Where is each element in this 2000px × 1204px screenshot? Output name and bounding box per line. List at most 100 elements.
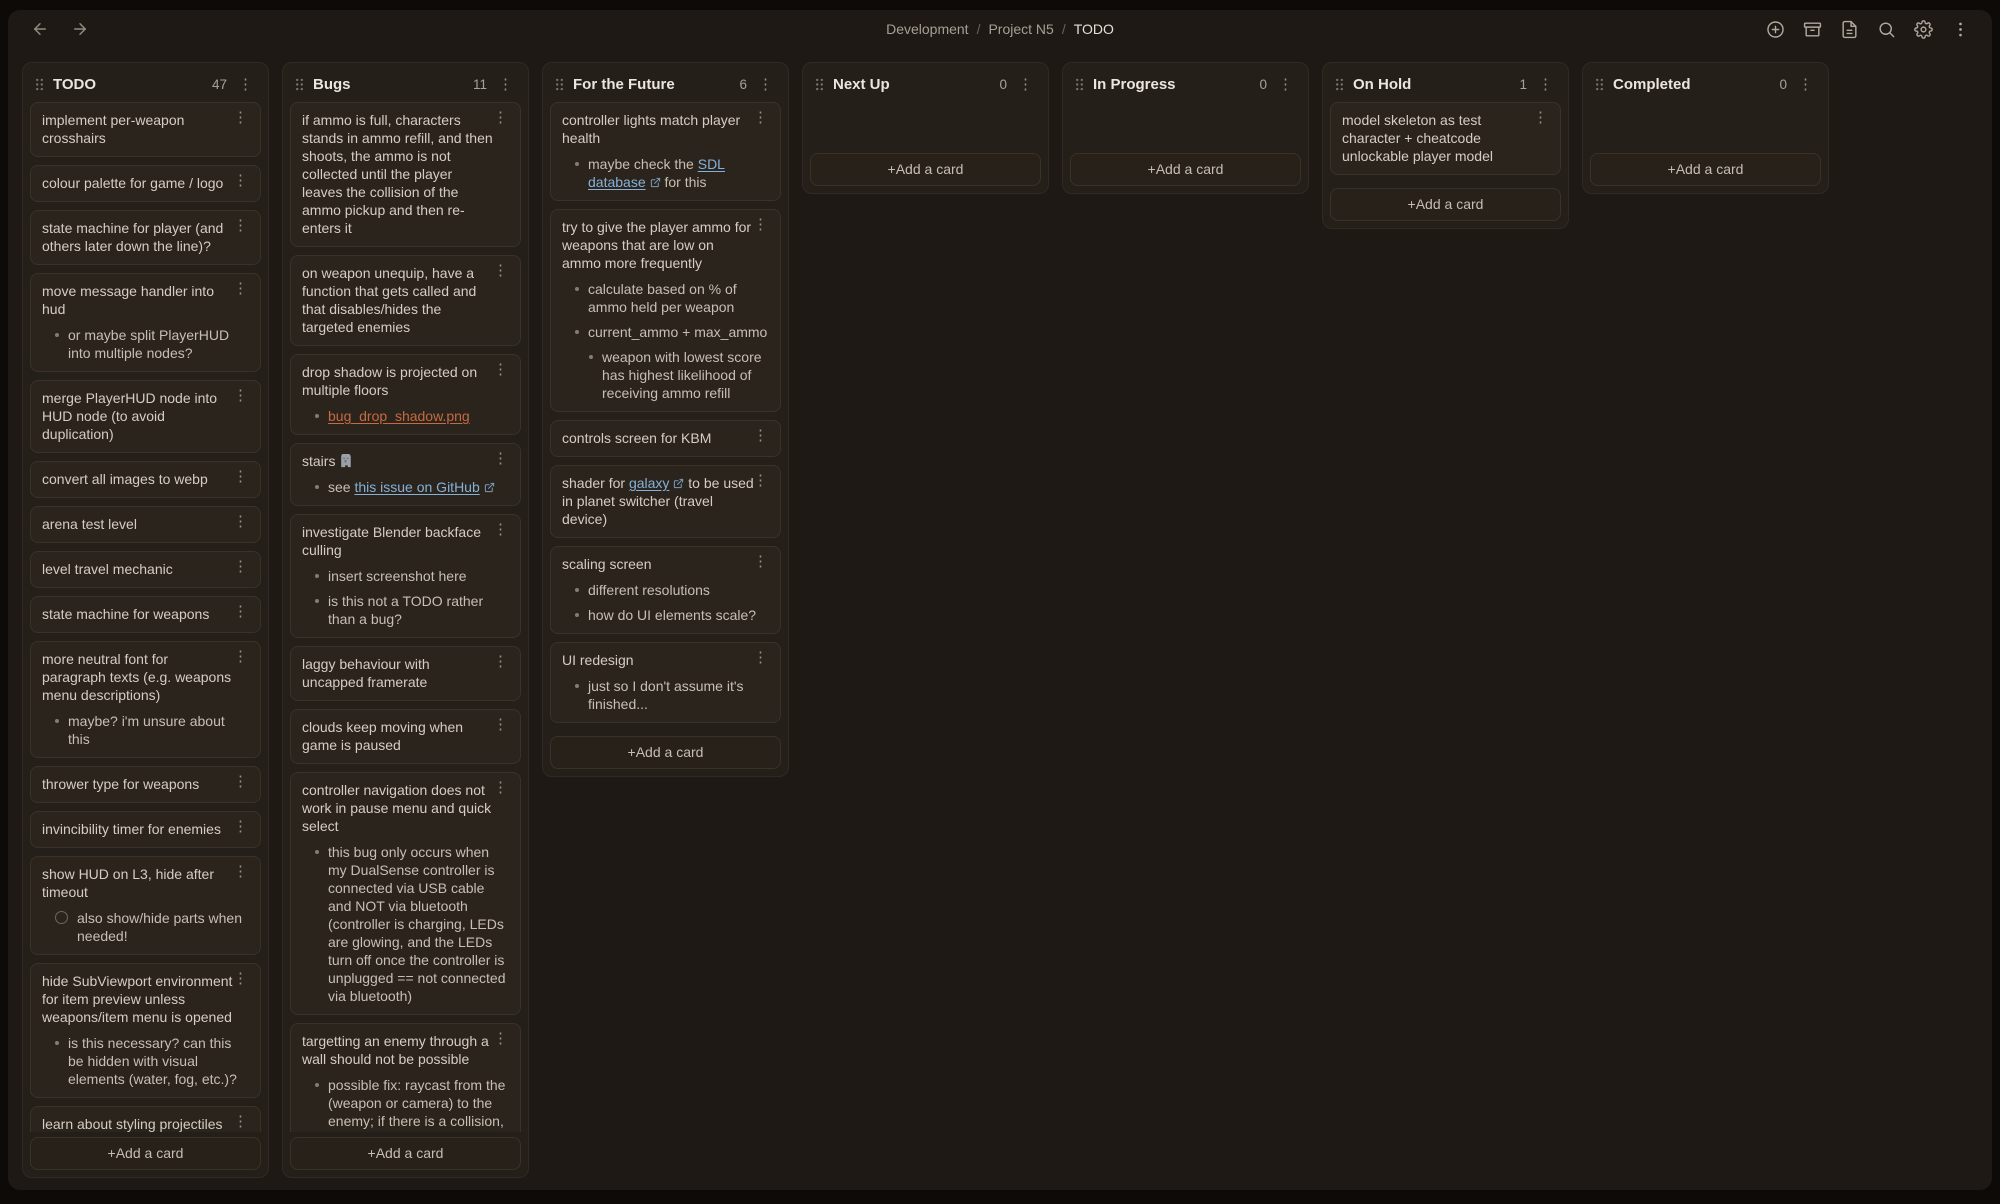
card[interactable]: ⋮UI redesignjust so I don't assume it's … <box>550 642 781 723</box>
card-menu-icon[interactable]: ⋮ <box>750 428 771 443</box>
drag-handle-icon[interactable] <box>34 77 45 92</box>
card-menu-icon[interactable]: ⋮ <box>490 263 511 278</box>
card[interactable]: ⋮targetting an enemy through a wall shou… <box>290 1023 521 1132</box>
card-menu-icon[interactable]: ⋮ <box>750 554 771 569</box>
card[interactable]: ⋮colour palette for game / logo <box>30 165 261 202</box>
drag-handle-icon[interactable] <box>1594 77 1605 92</box>
column-menu-icon[interactable]: ⋮ <box>235 77 256 92</box>
card-menu-icon[interactable]: ⋮ <box>750 110 771 125</box>
card[interactable]: ⋮more neutral font for paragraph texts (… <box>30 641 261 758</box>
checkbox-circle[interactable] <box>55 911 68 924</box>
card-menu-icon[interactable]: ⋮ <box>1530 110 1551 125</box>
settings-icon[interactable] <box>1913 19 1933 39</box>
card-menu-icon[interactable]: ⋮ <box>230 864 251 879</box>
column-menu-icon[interactable]: ⋮ <box>495 77 516 92</box>
column-for-the-future: For the Future6⋮⋮controller lights match… <box>542 62 789 777</box>
bullet-list: possible fix: raycast from the (weapon o… <box>302 1076 509 1132</box>
column-menu-icon[interactable]: ⋮ <box>1015 77 1036 92</box>
card[interactable]: ⋮controller navigation does not work in … <box>290 772 521 1015</box>
forward-arrow-icon[interactable] <box>70 19 90 39</box>
card-menu-icon[interactable]: ⋮ <box>750 473 771 488</box>
card[interactable]: ⋮invincibility timer for enemies <box>30 811 261 848</box>
card[interactable]: ⋮clouds keep moving when game is paused <box>290 709 521 764</box>
link[interactable]: bug_drop_shadow.png <box>328 408 470 424</box>
card[interactable]: ⋮implement per-weapon crosshairs <box>30 102 261 157</box>
archive-icon[interactable] <box>1802 19 1822 39</box>
card-menu-icon[interactable]: ⋮ <box>490 717 511 732</box>
card-menu-icon[interactable]: ⋮ <box>230 604 251 619</box>
plus-circle-icon[interactable] <box>1765 19 1785 39</box>
card[interactable]: ⋮move message handler into hudor maybe s… <box>30 273 261 372</box>
link[interactable]: SDL database <box>588 156 725 190</box>
card[interactable]: ⋮state machine for player (and others la… <box>30 210 261 265</box>
drag-handle-icon[interactable] <box>814 77 825 92</box>
card[interactable]: ⋮investigate Blender backface cullingins… <box>290 514 521 638</box>
card-menu-icon[interactable]: ⋮ <box>490 780 511 795</box>
card[interactable]: ⋮drop shadow is projected on multiple fl… <box>290 354 521 435</box>
card-menu-icon[interactable]: ⋮ <box>230 388 251 403</box>
add-card-button[interactable]: +Add a card <box>1590 153 1821 186</box>
card[interactable]: ⋮try to give the player ammo for weapons… <box>550 209 781 412</box>
card-menu-icon[interactable]: ⋮ <box>490 110 511 125</box>
add-card-button[interactable]: +Add a card <box>1330 188 1561 221</box>
card[interactable]: ⋮stairssee this issue on GitHub <box>290 443 521 506</box>
add-card-button[interactable]: +Add a card <box>810 153 1041 186</box>
drag-handle-icon[interactable] <box>1334 77 1345 92</box>
card-menu-icon[interactable]: ⋮ <box>230 971 251 986</box>
card-menu-icon[interactable]: ⋮ <box>230 1114 251 1129</box>
add-card-button[interactable]: +Add a card <box>30 1137 261 1170</box>
card[interactable]: ⋮controls screen for KBM <box>550 420 781 457</box>
document-icon[interactable] <box>1839 19 1859 39</box>
card[interactable]: ⋮scaling screendifferent resolutionshow … <box>550 546 781 634</box>
card-menu-icon[interactable]: ⋮ <box>230 469 251 484</box>
card-menu-icon[interactable]: ⋮ <box>230 774 251 789</box>
card[interactable]: ⋮learn about styling projectileslook at … <box>30 1106 261 1132</box>
card[interactable]: ⋮show HUD on L3, hide after timeoutalso … <box>30 856 261 955</box>
card[interactable]: ⋮on weapon unequip, have a function that… <box>290 255 521 346</box>
card-menu-icon[interactable]: ⋮ <box>230 218 251 233</box>
add-card-button[interactable]: +Add a card <box>550 736 781 769</box>
add-card-button[interactable]: +Add a card <box>290 1137 521 1170</box>
card[interactable]: ⋮thrower type for weapons <box>30 766 261 803</box>
link[interactable]: galaxy <box>629 475 684 491</box>
column-menu-icon[interactable]: ⋮ <box>1795 77 1816 92</box>
card[interactable]: ⋮model skeleton as test character + chea… <box>1330 102 1561 175</box>
card-menu-icon[interactable]: ⋮ <box>750 217 771 232</box>
add-card-button[interactable]: +Add a card <box>1070 153 1301 186</box>
card[interactable]: ⋮merge PlayerHUD node into HUD node (to … <box>30 380 261 453</box>
link[interactable]: this issue on GitHub <box>354 479 494 495</box>
search-icon[interactable] <box>1876 19 1896 39</box>
drag-handle-icon[interactable] <box>294 77 305 92</box>
card[interactable]: ⋮hide SubViewport environment for item p… <box>30 963 261 1098</box>
card-menu-icon[interactable]: ⋮ <box>490 1031 511 1046</box>
card[interactable]: ⋮controller lights match player healthma… <box>550 102 781 201</box>
card[interactable]: ⋮state machine for weapons <box>30 596 261 633</box>
card-menu-icon[interactable]: ⋮ <box>230 649 251 664</box>
card-menu-icon[interactable]: ⋮ <box>490 451 511 466</box>
column-menu-icon[interactable]: ⋮ <box>1275 77 1296 92</box>
card-menu-icon[interactable]: ⋮ <box>230 819 251 834</box>
card-menu-icon[interactable]: ⋮ <box>750 650 771 665</box>
card-menu-icon[interactable]: ⋮ <box>230 281 251 296</box>
more-menu-icon[interactable] <box>1950 19 1970 39</box>
card[interactable]: ⋮if ammo is full, characters stands in a… <box>290 102 521 247</box>
card-menu-icon[interactable]: ⋮ <box>230 514 251 529</box>
card-menu-icon[interactable]: ⋮ <box>230 110 251 125</box>
back-arrow-icon[interactable] <box>30 19 50 39</box>
breadcrumb-item-development[interactable]: Development <box>886 21 969 37</box>
drag-handle-icon[interactable] <box>1074 77 1085 92</box>
breadcrumb-item-project[interactable]: Project N5 <box>988 21 1053 37</box>
card-menu-icon[interactable]: ⋮ <box>490 654 511 669</box>
column-menu-icon[interactable]: ⋮ <box>1535 77 1556 92</box>
card-menu-icon[interactable]: ⋮ <box>490 522 511 537</box>
card[interactable]: ⋮level travel mechanic <box>30 551 261 588</box>
card[interactable]: ⋮arena test level <box>30 506 261 543</box>
card[interactable]: ⋮shader for galaxy to be used in planet … <box>550 465 781 538</box>
card-menu-icon[interactable]: ⋮ <box>490 362 511 377</box>
card[interactable]: ⋮laggy behaviour with uncapped framerate <box>290 646 521 701</box>
column-menu-icon[interactable]: ⋮ <box>755 77 776 92</box>
card-menu-icon[interactable]: ⋮ <box>230 559 251 574</box>
card-menu-icon[interactable]: ⋮ <box>230 173 251 188</box>
drag-handle-icon[interactable] <box>554 77 565 92</box>
card[interactable]: ⋮convert all images to webp <box>30 461 261 498</box>
